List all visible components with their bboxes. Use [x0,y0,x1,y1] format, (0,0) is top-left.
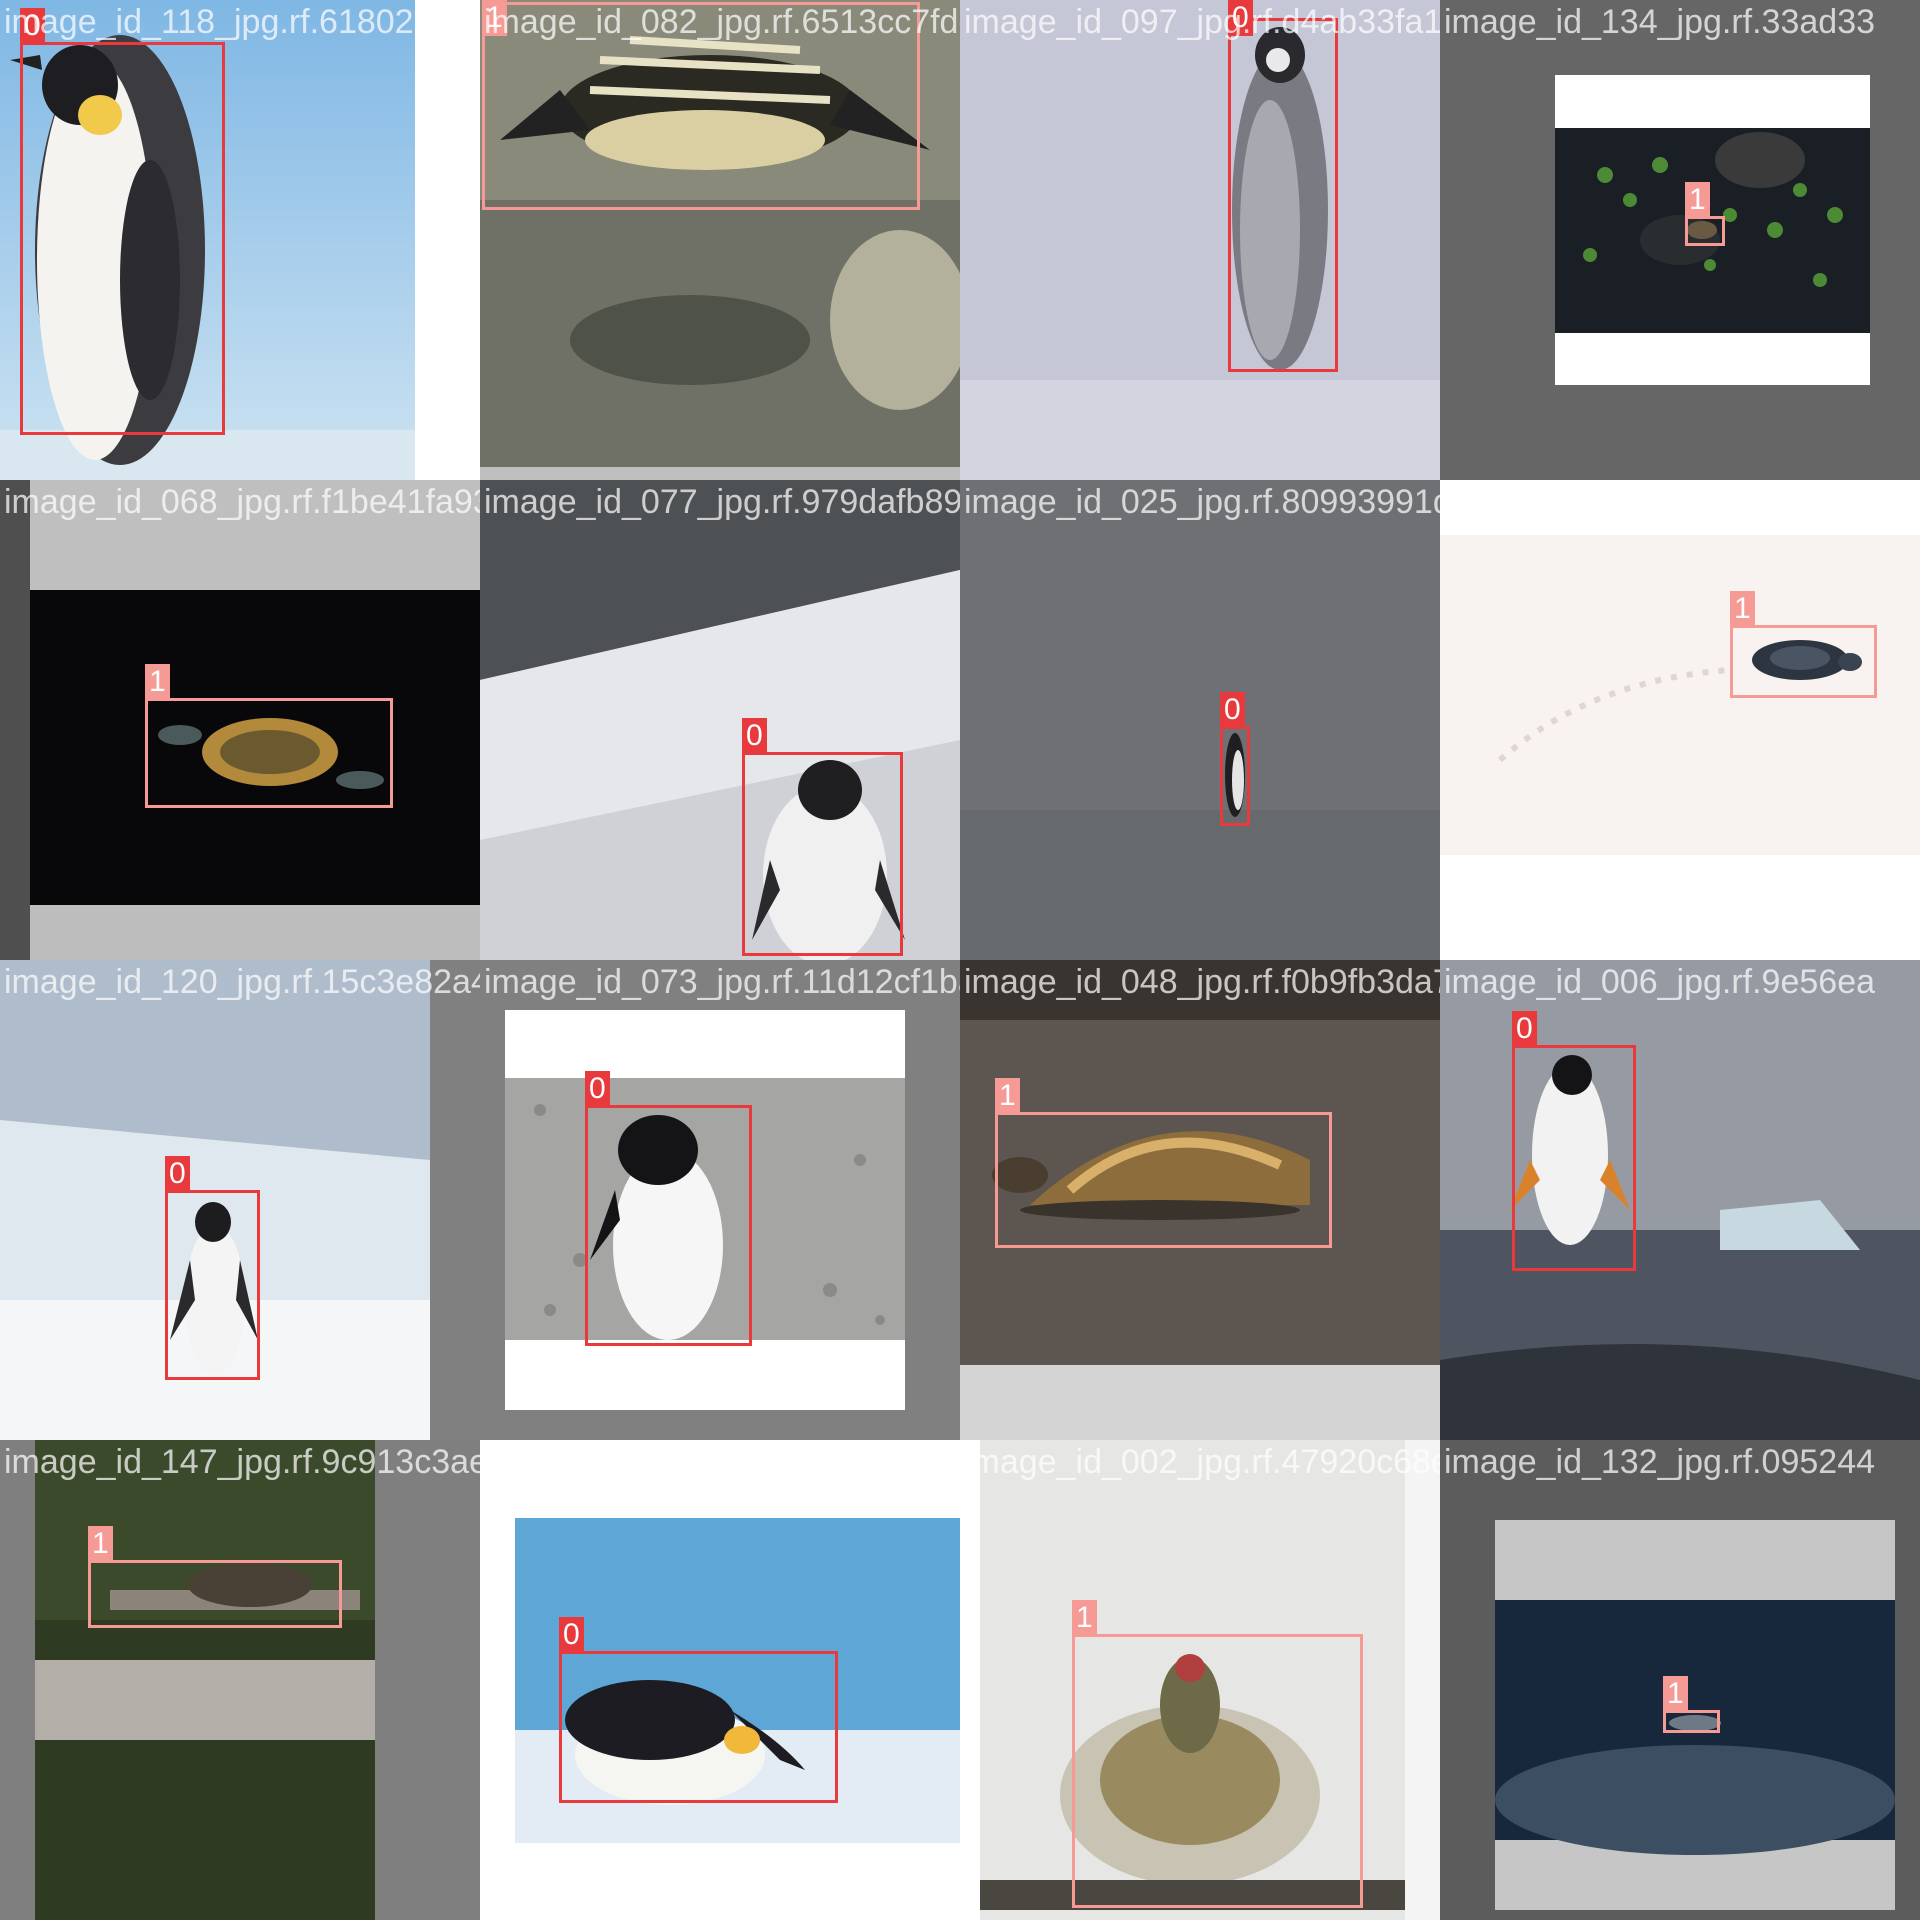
bounding-box [1685,216,1725,246]
bounding-box [1228,18,1338,372]
mosaic-tile: 1image_id_002_jpg.rf.47920c68e3b92f83282 [960,1440,1440,1920]
bounding-box [1072,1634,1363,1908]
box-class-label: 1 [145,664,170,700]
tile-photo [960,0,1440,480]
bounding-box [1730,625,1877,698]
box-class-label: 0 [1228,0,1253,36]
box-class-label: 0 [585,1071,610,1107]
box-class-label: 1 [1663,1676,1688,1712]
bounding-box [995,1112,1332,1248]
mosaic-tile: 1 image_id_134_jpg.rf.33ad33 [1440,0,1920,480]
box-class-label: 1 [1072,1600,1097,1636]
bounding-box [1663,1710,1720,1733]
bounding-box [165,1190,260,1380]
mosaic-tile: 0image_id_120_jpg.rf.15c3e82a44dd30144b8 [0,960,480,1440]
tile-photo [1440,480,1920,960]
mosaic-tile: 1 image_id_132_jpg.rf.095244 [1440,1440,1920,1920]
bounding-box [1512,1045,1636,1271]
box-class-label: 1 [995,1078,1020,1114]
box-class-label: 0 [742,718,767,754]
mosaic-tile: 0image_id_083_jpg.rf.1191ba01a44eeb3f9f [480,1440,960,1920]
box-class-label: 0 [165,1156,190,1192]
box-class-label: 1 [1730,591,1755,627]
mosaic-tile: 1image_id_082_jpg.rf.6513cc7fdd59d3b0ab7… [480,0,960,480]
box-class-label: 1 [482,0,507,36]
bounding-box [145,698,393,808]
mosaic-tile: 1image_id_147_jpg.rf.9c913c3ae3f7a44b268 [0,1440,480,1920]
mosaic-tile: 0image_id_025_jpg.rf.80993991de9642110a2… [960,480,1440,960]
mosaic-tile: 0image_id_118_jpg.rf.61802d65523fd6a8f24… [0,0,480,480]
mosaic-tile: 0 image_id_006_jpg.rf.9e56ea [1440,960,1920,1440]
box-class-label: 0 [1512,1011,1537,1047]
bounding-box [559,1651,838,1803]
tile-photo [1440,0,1920,480]
mosaic-grid: 0image_id_118_jpg.rf.61802d65523fd6a8f24… [0,0,1920,1920]
tile-photo [0,1440,480,1920]
bounding-box [88,1560,342,1628]
bounding-box [482,2,920,210]
mosaic-tile: 0image_id_073_jpg.rf.11d12cf1bab3d14b6d9… [480,960,960,1440]
bounding-box [742,752,903,956]
mosaic-tile: 1image_id_048_jpg.rf.f0b9fb3da7206 [960,960,1440,1440]
mosaic-tile: 1image_id_068_jpg.rf.f1be41fa93ab07dd94 [0,480,480,960]
box-class-label: 1 [88,1526,113,1562]
mosaic-tile: 0image_id_077_jpg.rf.979dafb8904a1d8e25e… [480,480,960,960]
tile-photo [960,480,1440,960]
mosaic-tile: 0image_id_097_jpg.rf.d4ab33fa157d65b8420… [960,0,1440,480]
box-class-label: 0 [20,8,45,44]
mosaic-tile: 1 image_id_021_jpg.rf.4da839 [1440,480,1920,960]
box-class-label: 0 [1220,692,1245,728]
bounding-box [20,42,225,435]
box-class-label: 1 [1685,182,1710,218]
box-class-label: 0 [559,1617,584,1653]
bounding-box [1220,726,1250,826]
bounding-box [585,1105,752,1346]
